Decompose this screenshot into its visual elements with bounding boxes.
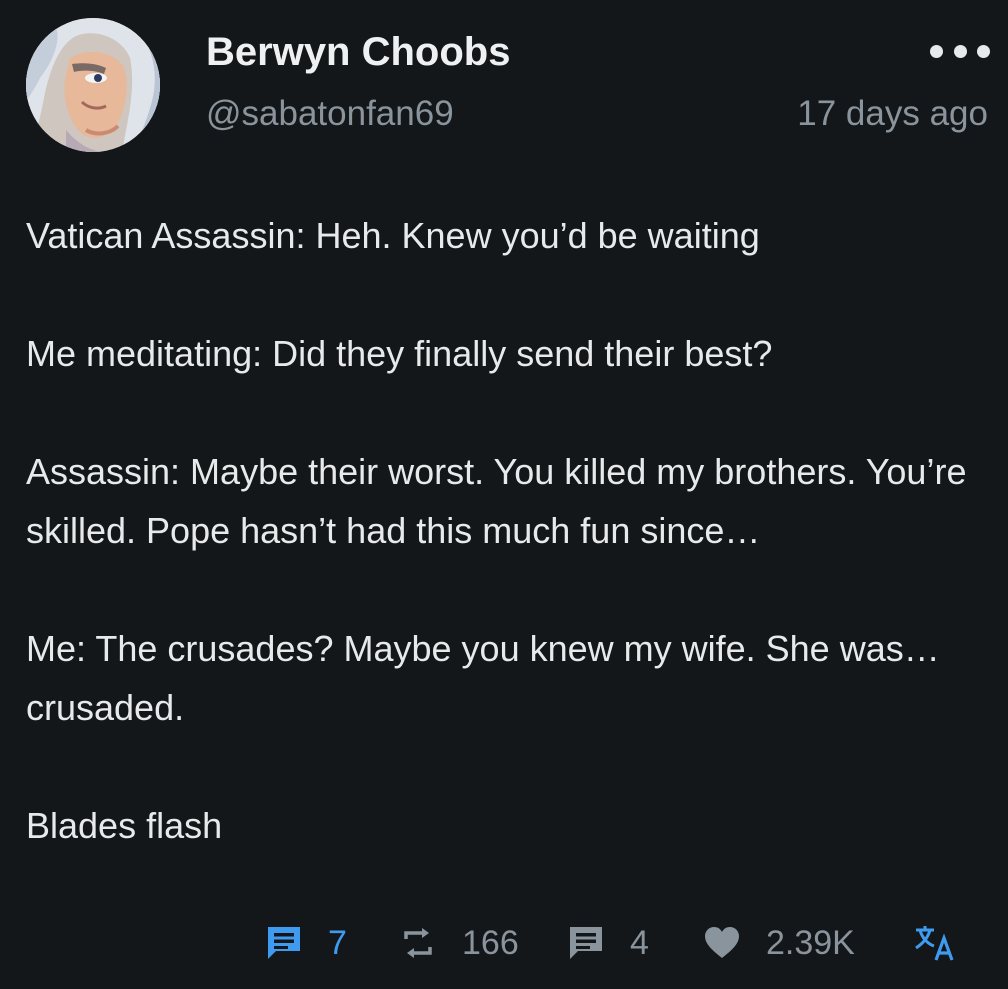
more-options-button[interactable]: [930, 36, 990, 66]
repost-button[interactable]: 166: [400, 918, 519, 968]
display-name[interactable]: Berwyn Choobs: [206, 30, 510, 75]
like-button[interactable]: 2.39K: [704, 918, 855, 968]
like-count: 2.39K: [766, 923, 855, 962]
post-paragraph: Me meditating: Did they finally send the…: [26, 333, 773, 374]
more-dots-icon: [930, 44, 943, 58]
translate-button[interactable]: [914, 918, 956, 968]
more-dots-icon: [953, 44, 967, 58]
comments-count: 7: [328, 923, 347, 962]
quote-button[interactable]: 4: [568, 918, 649, 968]
post-timestamp: 17 days ago: [797, 94, 988, 133]
repost-icon: [404, 928, 432, 958]
quote-icon: [570, 927, 602, 959]
comments-button[interactable]: 7: [266, 918, 347, 968]
user-handle[interactable]: @sabatonfan69: [206, 94, 454, 134]
post-paragraph: Blades flash: [26, 805, 223, 846]
translate-icon: [915, 926, 954, 961]
post-body: Vatican Assassin: Heh. Knew you’d be wai…: [26, 206, 986, 855]
quote-count: 4: [630, 923, 649, 962]
avatar-image: [26, 18, 160, 152]
more-dots-icon: [977, 44, 990, 58]
heart-icon: [705, 927, 739, 958]
comment-icon: [268, 927, 300, 959]
action-bar: 7 166 4 2.39K: [0, 918, 1008, 968]
post-paragraph: Assassin: Maybe their worst. You killed …: [26, 451, 967, 551]
avatar[interactable]: [26, 18, 160, 152]
post-paragraph: Vatican Assassin: Heh. Knew you’d be wai…: [26, 215, 760, 256]
post-paragraph: Me: The crusades? Maybe you knew my wife…: [26, 628, 940, 728]
repost-count: 166: [462, 923, 519, 962]
